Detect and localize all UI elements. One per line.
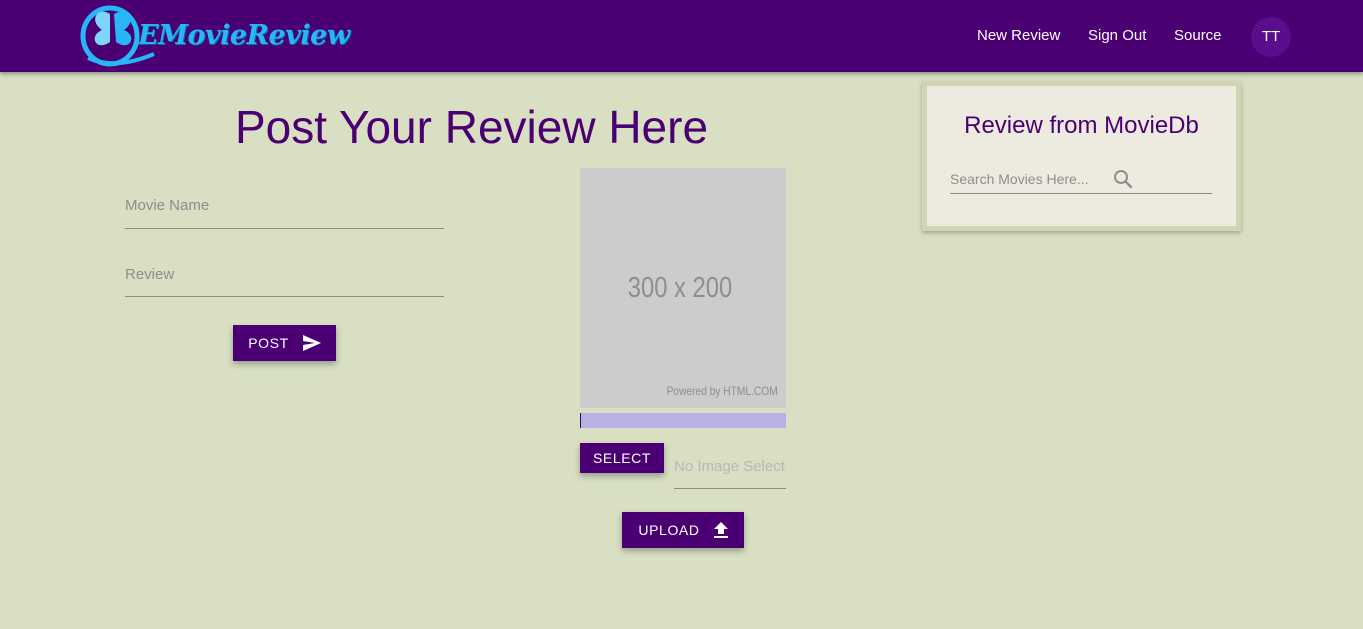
upload-button[interactable]: UPLOAD <box>622 512 744 548</box>
nav-new-review[interactable]: New Review <box>977 27 1060 44</box>
upload-progress-fill <box>580 413 581 428</box>
top-app-bar: EMovieReview New Review Sign Out Source … <box>0 0 1363 72</box>
image-preview-dimensions: 300 x 200 <box>627 272 733 304</box>
image-preview: 300 x 200 Powered by HTML.COM <box>580 168 786 408</box>
selected-file-status: No Image Selected <box>674 458 786 475</box>
search-icon[interactable] <box>1113 169 1133 189</box>
review-input[interactable] <box>125 266 444 283</box>
selected-file-field: No Image Selected <box>674 450 786 489</box>
moviedb-card-title: Review from MovieDb <box>964 112 1199 139</box>
user-avatar[interactable]: TT <box>1251 17 1291 57</box>
review-field <box>125 266 444 297</box>
moviedb-search-field <box>950 168 1212 194</box>
image-preview-credit: Powered by HTML.COM <box>666 384 778 398</box>
select-button-label: SELECT <box>592 450 652 466</box>
logo-text: EMovieReview <box>138 20 350 51</box>
app-logo[interactable]: EMovieReview <box>80 2 350 70</box>
movie-name-input[interactable] <box>125 197 444 214</box>
upload-icon <box>713 522 728 538</box>
page-title: Post Your Review Here <box>235 101 709 153</box>
select-image-button[interactable]: SELECT <box>580 443 664 473</box>
movie-name-field <box>125 197 444 229</box>
moviedb-search-input[interactable] <box>950 171 1110 187</box>
post-button-label: POST <box>248 335 289 351</box>
nav-sign-out[interactable]: Sign Out <box>1088 27 1146 44</box>
nav-source[interactable]: Source <box>1174 27 1222 44</box>
post-button[interactable]: POST <box>233 325 336 361</box>
moviedb-card: Review from MovieDb <box>922 81 1241 231</box>
upload-progress-bar <box>580 413 786 428</box>
upload-button-label: UPLOAD <box>638 522 700 538</box>
send-icon <box>302 335 321 351</box>
